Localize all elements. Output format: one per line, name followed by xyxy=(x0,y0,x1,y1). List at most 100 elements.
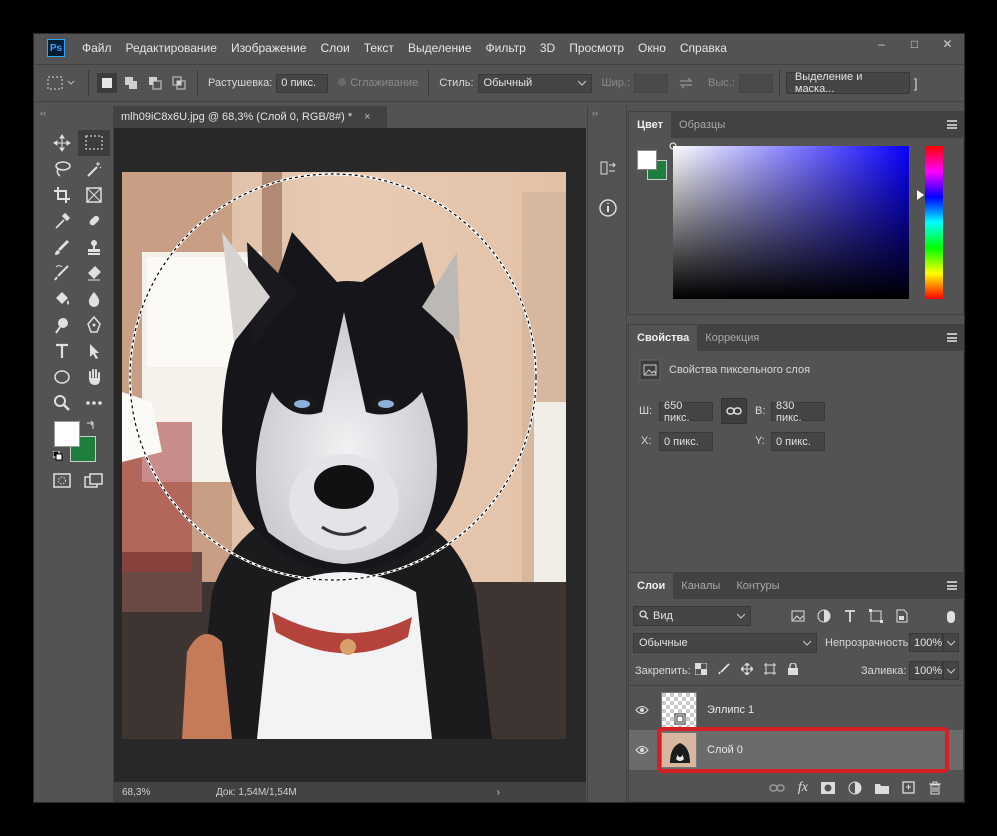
path-selection-tool[interactable] xyxy=(78,338,110,364)
subtract-selection-button[interactable] xyxy=(145,73,165,93)
maximize-button[interactable]: □ xyxy=(898,34,931,54)
style-select[interactable]: Обычный xyxy=(477,73,592,93)
link-dimensions-button[interactable] xyxy=(721,398,747,424)
color-field[interactable] xyxy=(673,146,909,299)
history-panel-button[interactable] xyxy=(598,158,618,178)
default-colors-icon[interactable] xyxy=(53,451,63,461)
filter-pixel-icon[interactable] xyxy=(791,609,805,623)
intersect-selection-button[interactable] xyxy=(169,73,189,93)
menu-3d[interactable]: 3D xyxy=(533,41,562,55)
lock-transparent-icon[interactable] xyxy=(695,663,707,675)
tab-channels[interactable]: Каналы xyxy=(673,573,728,599)
info-panel-button[interactable] xyxy=(598,198,618,218)
lock-all-icon[interactable] xyxy=(787,663,799,675)
dock-collapse-icon[interactable]: ›› xyxy=(592,108,598,118)
link-layers-icon[interactable] xyxy=(769,783,785,793)
adjustment-layer-icon[interactable] xyxy=(848,781,862,795)
panel-menu-icon[interactable] xyxy=(947,120,957,129)
husky-photo[interactable] xyxy=(122,172,566,739)
dodge-tool[interactable] xyxy=(46,312,78,338)
healing-brush-tool[interactable] xyxy=(78,208,110,234)
paint-bucket-tool[interactable] xyxy=(46,286,78,312)
doc-info[interactable]: Док: 1,54M/1,54M xyxy=(216,787,297,798)
document-tab[interactable]: mlh09iC8x6U.jpg @ 68,3% (Слой 0, RGB/8#)… xyxy=(114,106,387,128)
canvas-area[interactable] xyxy=(114,128,586,782)
move-tool[interactable] xyxy=(46,130,78,156)
menu-filter[interactable]: Фильтр xyxy=(479,41,533,55)
close-button[interactable]: ✕ xyxy=(931,34,964,54)
color-fg-swatch[interactable] xyxy=(637,150,657,170)
menu-select[interactable]: Выделение xyxy=(401,41,479,55)
zoom-readout[interactable]: 68,3% xyxy=(122,787,182,798)
lock-pixels-icon[interactable] xyxy=(718,663,730,675)
menu-layers[interactable]: Слои xyxy=(314,41,357,55)
layer-name[interactable]: Эллипс 1 xyxy=(707,704,754,716)
blur-tool[interactable] xyxy=(78,286,110,312)
add-mask-icon[interactable] xyxy=(821,782,835,794)
lock-position-icon[interactable] xyxy=(741,663,753,675)
tab-swatches[interactable]: Образцы xyxy=(671,112,733,138)
opacity-dropdown-button[interactable] xyxy=(943,633,959,652)
filter-type-icon[interactable] xyxy=(843,609,857,623)
rect-marquee-tool[interactable] xyxy=(78,130,110,156)
menu-image[interactable]: Изображение xyxy=(224,41,314,55)
menu-help[interactable]: Справка xyxy=(673,41,734,55)
blend-mode-select[interactable]: Обычные xyxy=(633,633,817,653)
toolbar-collapse-icon[interactable]: ‹‹ xyxy=(40,108,46,118)
tab-properties[interactable]: Свойства xyxy=(629,325,698,351)
new-group-icon[interactable] xyxy=(875,782,889,794)
visibility-toggle[interactable] xyxy=(629,745,655,755)
menu-type[interactable]: Текст xyxy=(357,41,401,55)
tab-layers[interactable]: Слои xyxy=(629,573,674,599)
menu-file[interactable]: Файл xyxy=(75,41,119,55)
foreground-color-swatch[interactable] xyxy=(54,421,80,447)
select-and-mask-button[interactable]: Выделение и маска... xyxy=(785,71,910,95)
lock-artboard-icon[interactable] xyxy=(764,663,776,675)
eyedropper-tool[interactable] xyxy=(46,208,78,234)
more-tools-button[interactable] xyxy=(78,390,110,416)
pen-tool[interactable] xyxy=(78,312,110,338)
filter-toggle[interactable] xyxy=(947,611,955,623)
fill-dropdown-button[interactable] xyxy=(943,661,959,680)
height-prop-input[interactable]: 830 пикс. xyxy=(771,400,825,424)
magic-wand-tool[interactable] xyxy=(78,156,110,182)
opacity-input[interactable]: 100% xyxy=(909,633,943,652)
antialias-checkbox[interactable]: Сглаживание xyxy=(338,77,418,89)
hue-slider[interactable] xyxy=(925,146,943,299)
filter-shape-icon[interactable] xyxy=(869,609,883,623)
filter-smart-object-icon[interactable] xyxy=(895,609,909,623)
menu-edit[interactable]: Редактирование xyxy=(119,41,224,55)
width-input[interactable] xyxy=(634,73,669,93)
close-tab-icon[interactable]: × xyxy=(364,111,370,123)
quick-mask-button[interactable] xyxy=(46,468,78,494)
filter-adjustment-icon[interactable] xyxy=(817,609,831,623)
menu-view[interactable]: Просмотр xyxy=(562,41,631,55)
height-input[interactable] xyxy=(738,73,773,93)
history-brush-tool[interactable] xyxy=(46,260,78,286)
marquee-preset-picker[interactable] xyxy=(44,73,80,93)
menu-window[interactable]: Окно xyxy=(631,41,673,55)
panel-menu-icon[interactable] xyxy=(947,581,957,590)
eraser-tool[interactable] xyxy=(78,260,110,286)
minimize-button[interactable]: – xyxy=(865,34,898,54)
layer-style-icon[interactable]: fx xyxy=(798,780,808,796)
tab-paths[interactable]: Контуры xyxy=(728,573,787,599)
add-selection-button[interactable] xyxy=(121,73,141,93)
visibility-toggle[interactable] xyxy=(629,705,655,715)
brush-tool[interactable] xyxy=(46,234,78,260)
fill-input[interactable]: 100% xyxy=(909,661,943,680)
layer-row-ellipse[interactable]: Эллипс 1 xyxy=(629,690,963,730)
feather-input[interactable]: 0 пикс. xyxy=(276,73,329,93)
width-prop-input[interactable]: 650 пикс. xyxy=(659,400,713,424)
tab-adjustments[interactable]: Коррекция xyxy=(697,325,767,351)
crop-tool[interactable] xyxy=(46,182,78,208)
type-tool[interactable] xyxy=(46,338,78,364)
new-layer-icon[interactable] xyxy=(902,781,916,795)
ellipse-tool[interactable] xyxy=(46,364,78,390)
frame-tool[interactable] xyxy=(78,182,110,208)
new-selection-button[interactable] xyxy=(97,73,117,93)
screen-mode-button[interactable] xyxy=(78,468,110,494)
swap-colors-icon[interactable] xyxy=(86,420,96,430)
clone-stamp-tool[interactable] xyxy=(78,234,110,260)
delete-layer-icon[interactable] xyxy=(929,781,941,795)
